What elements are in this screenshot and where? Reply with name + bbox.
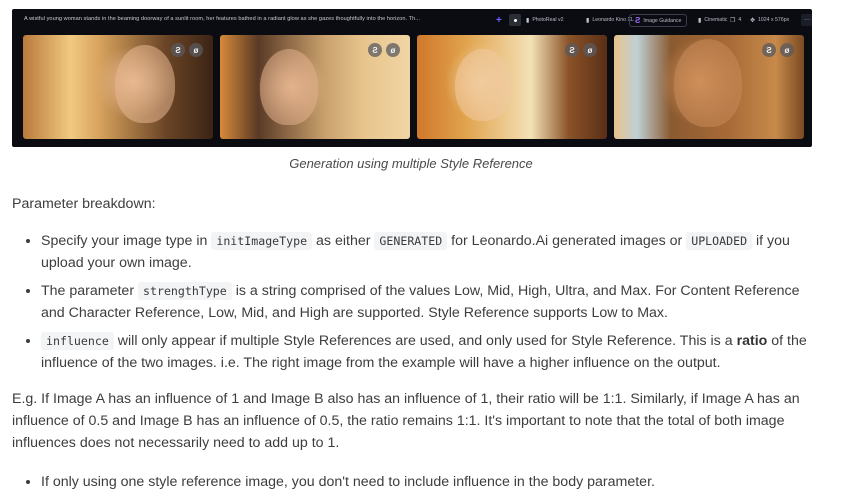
chip-model[interactable]: ▮ Leonardo Kino XL — [586, 14, 634, 26]
bold-text: ratio — [736, 333, 768, 349]
code-init-image-type: initImageType — [211, 232, 313, 250]
list-item: The parameter strengthType is a string c… — [41, 280, 821, 324]
dot-icon — [513, 18, 517, 22]
generation-screenshot: A wistful young woman stands in the beam… — [12, 9, 812, 147]
more-options-button[interactable]: ··· — [801, 14, 812, 26]
generation-toolbar: A wistful young woman stands in the beam… — [12, 9, 812, 31]
add-button[interactable]: + — [496, 14, 502, 26]
remix-icon[interactable]: Ƨ — [368, 43, 382, 57]
toggle-button[interactable] — [509, 14, 521, 26]
dimensions-icon: ✥ — [750, 17, 756, 24]
text: for Leonardo.Ai generated images or — [447, 233, 687, 249]
generated-image[interactable]: Ƨ ø — [220, 35, 410, 139]
chip-image-guidance[interactable]: Ƨ Image Guidance — [629, 14, 688, 27]
chip-label: Leonardo Kino XL — [592, 17, 634, 23]
image-guidance-icon: Ƨ — [635, 16, 641, 25]
hide-icon[interactable]: ø — [386, 43, 400, 57]
images-icon: ❐ — [730, 17, 736, 24]
chip-image-count[interactable]: ❐ 4 — [730, 14, 741, 26]
portrait — [455, 49, 511, 121]
prompt-text: A wistful young woman stands in the beam… — [24, 16, 421, 22]
code-strength-type: strengthType — [138, 282, 232, 300]
generated-image[interactable]: Ƨ ø — [614, 35, 804, 139]
model-icon: ▮ — [586, 17, 590, 24]
note-list: If only using one style reference image,… — [12, 471, 821, 499]
portrait — [115, 45, 175, 123]
hide-icon[interactable]: ø — [780, 43, 794, 57]
section-heading: Parameter breakdown: — [12, 196, 156, 212]
list-item: influence will only appear if multiple S… — [41, 330, 821, 374]
image-grid: Ƨ ø Ƨ ø Ƨ ø Ƨ ø — [23, 35, 804, 139]
generated-image[interactable]: Ƨ ø — [23, 35, 213, 139]
remix-icon[interactable]: Ƨ — [762, 43, 776, 57]
chip-style[interactable]: ▮ Cinematic — [698, 14, 727, 26]
figure-caption: Generation using multiple Style Referenc… — [289, 156, 533, 171]
text: as either — [312, 233, 375, 249]
remix-icon[interactable]: Ƨ — [171, 43, 185, 57]
parameter-list: Specify your image type in initImageType… — [12, 230, 821, 380]
list-item: Specify your image type in initImageType… — [41, 230, 821, 274]
portrait — [260, 49, 318, 125]
example-paragraph: E.g. If Image A has an influence of 1 an… — [12, 391, 800, 451]
chip-label: Image Guidance — [643, 17, 682, 24]
list-item: If only using one style reference image,… — [41, 471, 821, 493]
text: will only appear if multiple Style Refer… — [113, 333, 737, 349]
code-generated: GENERATED — [374, 232, 448, 250]
portrait — [674, 39, 742, 127]
model-icon: ▮ — [526, 17, 530, 24]
chip-label: PhotoReal v2 — [532, 17, 564, 23]
code-influence: influence — [41, 332, 114, 350]
chip-label: 4 — [738, 17, 742, 23]
generated-image[interactable]: Ƨ ø — [417, 35, 607, 139]
chip-photoreal[interactable]: ▮ PhotoReal v2 — [526, 14, 563, 26]
chip-label: Cinematic — [704, 17, 728, 23]
chip-label: 1024 x 576px — [758, 17, 790, 23]
remix-icon[interactable]: Ƨ — [565, 43, 579, 57]
hide-icon[interactable]: ø — [583, 43, 597, 57]
text: Specify your image type in — [41, 233, 212, 249]
style-icon: ▮ — [698, 17, 702, 24]
hide-icon[interactable]: ø — [189, 43, 203, 57]
chip-dimensions[interactable]: ✥ 1024 x 576px — [750, 14, 789, 26]
code-uploaded: UPLOADED — [686, 232, 753, 250]
text: The parameter — [41, 283, 138, 299]
